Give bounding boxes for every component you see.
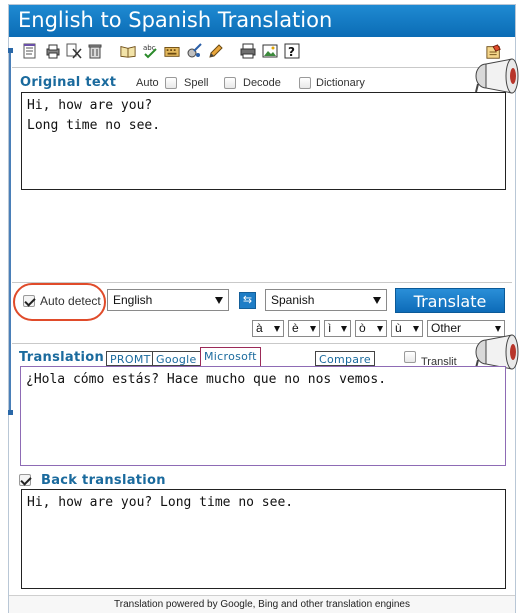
auto-option[interactable]: Auto <box>136 77 182 89</box>
chevron-down-icon <box>377 326 383 332</box>
translit-checkbox[interactable] <box>404 351 416 363</box>
source-language-select[interactable]: English <box>107 289 229 311</box>
other-characters-label: Other <box>431 321 462 335</box>
chevron-down-icon <box>274 326 280 332</box>
spell-option[interactable]: Spell <box>184 77 236 89</box>
print-icon[interactable] <box>240 42 256 60</box>
auto-detect-checkbox[interactable] <box>23 295 35 307</box>
target-language-select[interactable]: Spanish <box>265 289 387 311</box>
auto-checkbox[interactable] <box>164 77 177 89</box>
dictionary-option[interactable]: Dictionary <box>299 77 365 89</box>
left-accent-line <box>9 48 11 414</box>
left-accent-dot-bottom <box>8 410 13 415</box>
tools-icon[interactable] <box>186 42 202 60</box>
speaker-translation-icon[interactable] <box>472 334 520 370</box>
printer-icon[interactable] <box>45 42 61 60</box>
swap-languages-button[interactable]: ⇆ <box>239 292 256 309</box>
original-text-label: Original text <box>20 75 117 90</box>
accent-a-button[interactable]: à <box>252 320 284 337</box>
chevron-down-icon <box>215 297 223 304</box>
translation-divider <box>12 343 512 344</box>
keyboard-icon[interactable] <box>164 42 180 60</box>
image-icon[interactable] <box>262 42 278 60</box>
chevron-down-icon <box>373 297 381 304</box>
chevron-down-icon <box>310 326 316 332</box>
accent-e-button[interactable]: è <box>288 320 320 337</box>
swap-icon: ⇆ <box>242 294 253 306</box>
accent-i-label: ì <box>328 321 332 335</box>
accent-e-label: è <box>292 321 299 335</box>
spellcheck-icon[interactable]: abc <box>142 42 158 60</box>
translate-button[interactable]: Translate <box>395 288 505 313</box>
decode-checkbox[interactable] <box>224 77 236 89</box>
tab-promt[interactable]: PROMT <box>106 351 155 366</box>
trash-icon[interactable] <box>87 42 103 60</box>
help-icon[interactable]: ? <box>284 42 300 60</box>
left-accent-dot-top <box>8 48 13 53</box>
target-language-value: Spanish <box>271 293 315 307</box>
auto-detect-option[interactable]: Auto detect <box>23 294 101 308</box>
auto-detect-label: Auto detect <box>40 294 101 308</box>
chevron-down-icon <box>413 326 419 332</box>
compare-button[interactable]: Compare <box>315 351 375 366</box>
pencil-icon[interactable] <box>208 42 224 60</box>
accent-a-label: à <box>256 321 263 335</box>
auto-label: Auto <box>136 77 159 89</box>
chevron-down-icon <box>341 326 347 332</box>
original-text-input[interactable]: Hi, how are you? Long time no see. <box>21 92 506 190</box>
accent-u-button[interactable]: ù <box>391 320 423 337</box>
app-title: English to Spanish Translation <box>9 5 515 37</box>
notepad-icon[interactable] <box>22 42 38 60</box>
accent-i-button[interactable]: ì <box>324 320 351 337</box>
cut-icon[interactable] <box>66 42 82 60</box>
accent-u-label: ù <box>395 321 402 335</box>
decode-option[interactable]: Decode <box>243 77 281 89</box>
translit-option[interactable]: Translit <box>404 351 457 368</box>
tab-microsoft[interactable]: Microsoft <box>200 347 261 367</box>
spell-label: Spell <box>184 77 209 89</box>
book-icon[interactable] <box>120 42 136 60</box>
tab-google[interactable]: Google <box>152 351 201 366</box>
back-translation-checkbox[interactable] <box>19 474 31 486</box>
speaker-original-icon[interactable] <box>472 58 520 94</box>
accent-o-label: ò <box>359 321 366 335</box>
translation-label: Translation <box>19 350 105 365</box>
back-translation-output[interactable]: Hi, how are you? Long time no see. <box>21 489 506 589</box>
svg-text:?: ? <box>288 45 295 59</box>
dictionary-label: Dictionary <box>316 77 365 89</box>
footer: Translation powered by Google, Bing and … <box>9 595 515 613</box>
dictionary-checkbox[interactable] <box>299 77 311 89</box>
translation-output[interactable]: ¿Hola cómo estás? Hace mucho que no nos … <box>20 366 506 466</box>
decode-label: Decode <box>243 77 281 89</box>
back-translation-label: Back translation <box>41 473 166 488</box>
toolbar-divider <box>12 67 512 68</box>
accent-o-button[interactable]: ò <box>355 320 387 337</box>
back-translation-option[interactable] <box>19 474 36 486</box>
source-language-value: English <box>113 293 153 307</box>
chevron-down-icon <box>495 326 501 332</box>
